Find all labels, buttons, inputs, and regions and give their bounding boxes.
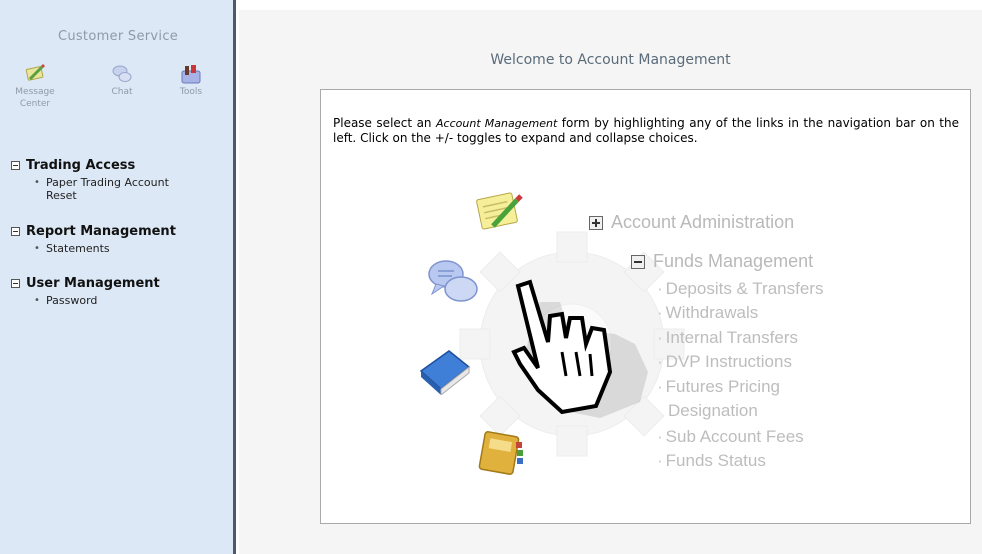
tree-item: · Deposits & Transfers [657, 279, 824, 298]
message-center-button[interactable]: Message Center [10, 63, 60, 109]
funds-management-label: Funds Management [653, 251, 814, 271]
page-title: Welcome to Account Management [490, 52, 731, 68]
tools-icon [181, 65, 201, 84]
collapse-toggle-icon [631, 254, 645, 269]
message-center-label-2: Center [19, 99, 51, 109]
collapse-toggle-icon [11, 279, 20, 288]
collapse-toggle-icon [11, 227, 20, 236]
trading-access-toggle[interactable]: Trading Access [11, 158, 231, 173]
chat-bubbles-icon [428, 260, 478, 302]
intro-text: Please select an Account Management form… [333, 116, 959, 145]
nav-link-label: Paper Trading Account Reset [46, 176, 169, 202]
chat-icon [112, 65, 132, 82]
bullet-icon: • [34, 243, 40, 254]
bullet-icon: • [34, 177, 40, 188]
message-center-label-1: Message [15, 87, 55, 97]
account-administration-node: Account Administration [589, 212, 794, 233]
section-report-management: Report Management • Statements [11, 224, 231, 255]
expand-toggle-icon [589, 215, 603, 230]
nav-link-label: Statements [46, 242, 110, 255]
notepad-pencil-icon [476, 192, 523, 230]
chat-label: Chat [111, 87, 133, 97]
tree-item: · Sub Account Fees [657, 427, 804, 446]
section-user-management: User Management • Password [11, 276, 231, 307]
tools-label: Tools [179, 87, 203, 97]
tree-item: · Withdrawals [657, 303, 759, 322]
tree-item: · Internal Transfers [657, 328, 798, 347]
nav-link-statements[interactable]: • Statements [11, 242, 231, 255]
collapse-toggle-icon [11, 161, 20, 170]
sidebar: Customer Service Message Center Chat Too… [0, 0, 236, 554]
nav-link-password[interactable]: • Password [11, 294, 231, 307]
hand-cursor-icon [511, 279, 648, 418]
message-center-icon [25, 63, 46, 81]
user-management-title: User Management [26, 276, 160, 291]
tree-item: · Futures Pricing [657, 377, 780, 396]
tree-item: · DVP Instructions [657, 352, 792, 371]
report-management-title: Report Management [26, 224, 176, 239]
chat-button[interactable]: Chat [97, 63, 147, 97]
section-trading-access: Trading Access • Paper Trading Account R… [11, 158, 231, 202]
blue-book-icon [419, 350, 471, 395]
nav-link-paper-trading-reset[interactable]: • Paper Trading Account Reset [11, 176, 231, 202]
trading-access-title: Trading Access [26, 158, 136, 173]
user-management-toggle[interactable]: User Management [11, 276, 231, 291]
funds-management-node: Funds Management [631, 251, 813, 272]
customer-service-title: Customer Service [57, 29, 179, 44]
bullet-icon: • [34, 295, 40, 306]
tree-item: · Funds Status [657, 451, 766, 470]
report-management-toggle[interactable]: Report Management [11, 224, 231, 239]
account-administration-label: Account Administration [611, 212, 795, 232]
tree-item-continuation: Designation [668, 401, 758, 420]
nav-link-label: Password [46, 294, 98, 307]
tools-button[interactable]: Tools [166, 63, 216, 97]
notebook-icon [478, 431, 523, 475]
